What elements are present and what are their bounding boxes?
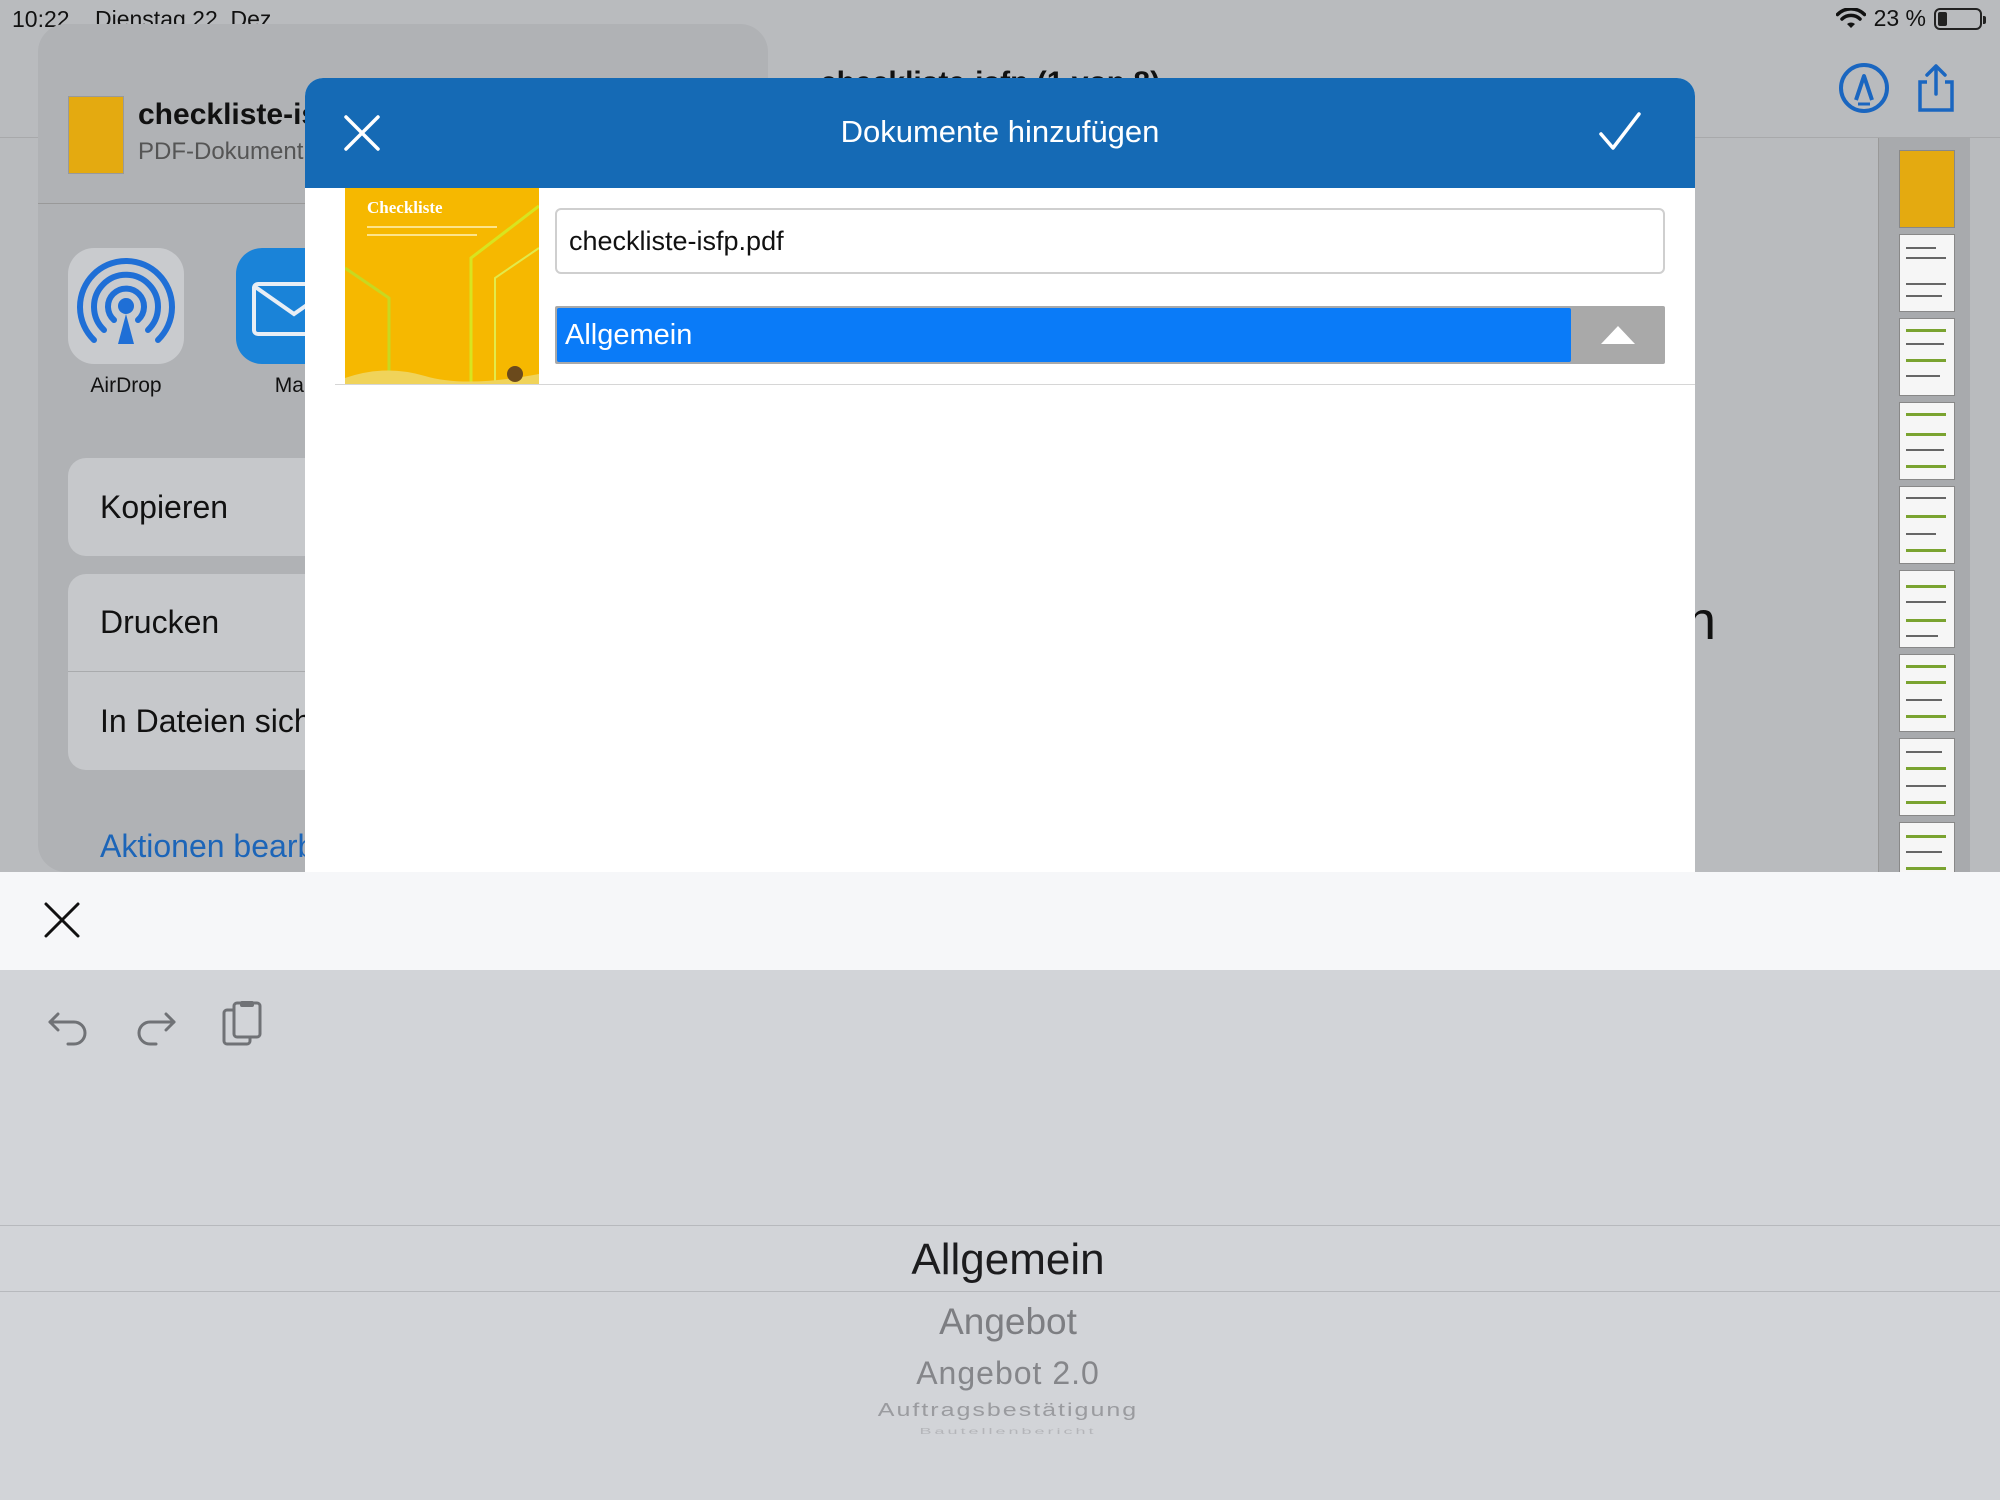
page-thumbnail[interactable] [1899,318,1955,396]
battery-percent: 23 % [1873,5,1926,31]
share-document-thumbnail [68,96,124,174]
category-picker[interactable]: Allgemein Angebot Angebot 2.0 Auftragsbe… [0,1225,2000,1500]
close-icon[interactable] [42,900,82,940]
picker-keyboard-area: Allgemein Angebot Angebot 2.0 Auftragsbe… [0,970,2000,1500]
markup-icon[interactable] [1838,62,1890,114]
checkmark-icon[interactable] [1597,110,1643,156]
picker-option[interactable]: Angebot 2.0 [0,1355,2000,1392]
add-documents-dialog: Dokumente hinzufügen Checkliste Allgemei… [305,78,1695,872]
page-thumbnail[interactable] [1899,150,1955,228]
page-thumbnail[interactable] [1899,486,1955,564]
page-thumbnail[interactable] [1899,654,1955,732]
picker-option-selected[interactable]: Allgemein [0,1235,2000,1285]
preview-graphic [345,204,539,384]
chevron-up-icon[interactable] [1571,306,1665,364]
category-select[interactable]: Allgemein [555,306,1665,364]
airdrop-icon [77,258,175,344]
undo-icon[interactable] [44,1000,92,1048]
picker-option[interactable]: Angebot [0,1301,2000,1343]
input-accessory-bar [0,872,2000,970]
category-select-value: Allgemein [557,308,1571,362]
filename-input[interactable] [555,208,1665,274]
document-preview: Checkliste [345,188,539,384]
dialog-title: Dokumente hinzufügen [840,114,1160,149]
picker-option[interactable]: Bautellenbericht [0,1427,2000,1436]
divider [335,384,1695,385]
page-thumbnail[interactable] [1899,738,1955,816]
battery-icon [1934,7,1986,30]
page-thumbnail-strip[interactable] [1878,138,1970,900]
airdrop-label: AirDrop [90,374,162,397]
picker-option[interactable]: Auftragsbestätigung [0,1400,2000,1422]
status-right: 23 % [1835,5,1986,32]
share-document-subtitle: PDF-Dokument [138,138,304,165]
airdrop-button[interactable] [68,248,184,364]
redo-icon[interactable] [132,1000,180,1048]
paste-icon[interactable] [218,1000,266,1048]
page-thumbnail[interactable] [1899,402,1955,480]
dialog-header: Dokumente hinzufügen [305,78,1695,188]
share-icon[interactable] [1910,62,1962,114]
page-thumbnail[interactable] [1899,570,1955,648]
wifi-icon [1835,7,1866,28]
page-thumbnail[interactable] [1899,234,1955,312]
